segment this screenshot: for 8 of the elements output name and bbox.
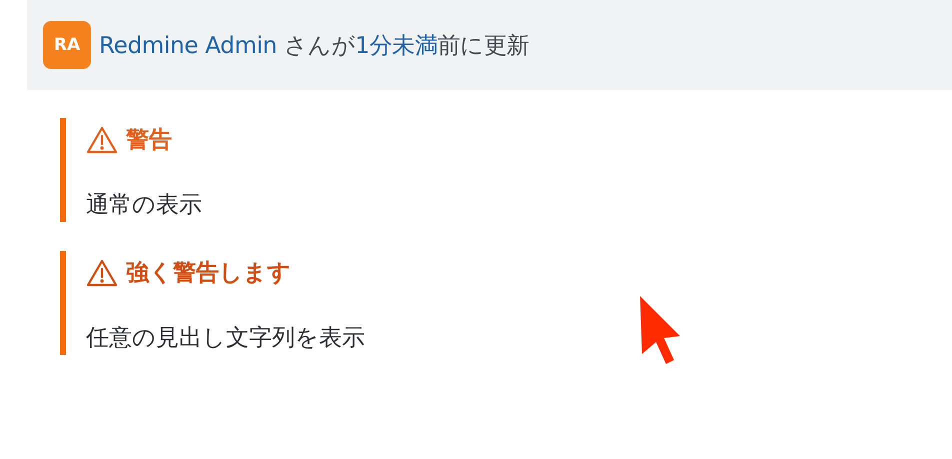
time-link[interactable]: 1分未満	[355, 32, 438, 58]
update-info: Redmine Admin さんが1分未満前に更新	[99, 32, 530, 60]
warning-text: 通常の表示	[86, 191, 203, 220]
author-link[interactable]: Redmine Admin	[99, 32, 277, 58]
user-avatar: RA	[43, 21, 91, 69]
warning-title: 警告	[126, 126, 172, 155]
warning-text: 任意の見出し文字列を表示	[86, 324, 366, 353]
warning-title: 強く警告します	[126, 259, 291, 288]
